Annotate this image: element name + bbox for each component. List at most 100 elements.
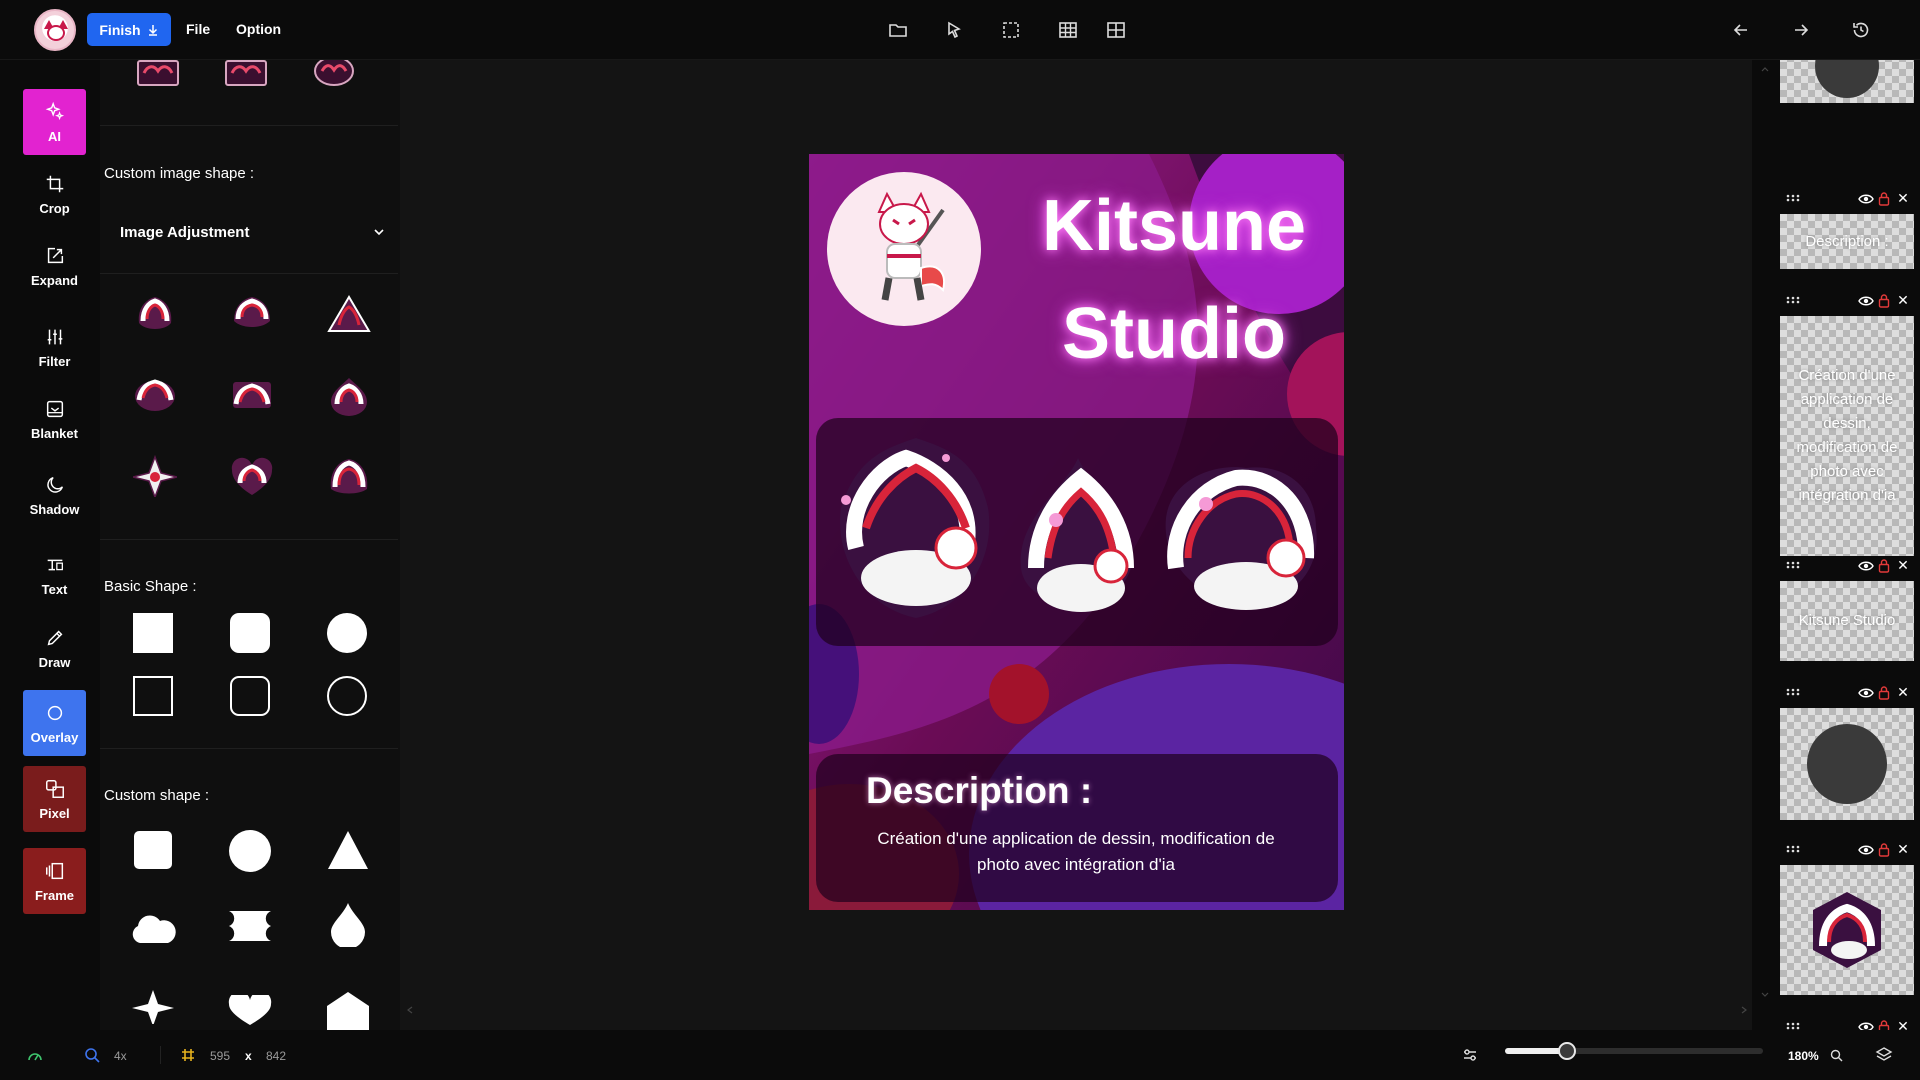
kitsune-image-shape-thumb[interactable]	[230, 293, 274, 335]
image-shape-thumb[interactable]	[312, 60, 356, 96]
basic-circle-filled[interactable]	[327, 613, 367, 653]
kitsune-image-shape-thumb[interactable]	[327, 374, 371, 416]
drag-handle-icon[interactable]	[1786, 295, 1800, 305]
drag-handle-icon[interactable]	[1786, 560, 1800, 570]
scroll-left-arrow-icon[interactable]	[406, 1006, 414, 1014]
visibility-eye-icon[interactable]	[1858, 686, 1874, 700]
layer-item[interactable]: ✕ Création d'une application de dessin, m…	[1780, 290, 1914, 556]
kitsune-avatar[interactable]	[827, 172, 981, 326]
custom-cloud-shape[interactable]	[130, 909, 176, 945]
basic-square-outline[interactable]	[133, 676, 173, 716]
kitsune-image-shape-thumb[interactable]	[327, 293, 371, 335]
custom-drop-shape[interactable]	[329, 901, 367, 947]
zoom-magnifier-icon[interactable]	[84, 1047, 100, 1063]
image-shape-thumb[interactable]	[224, 60, 268, 96]
drag-handle-icon[interactable]	[1786, 844, 1800, 854]
visibility-eye-icon[interactable]	[1858, 192, 1874, 206]
image-adjustment-dropdown[interactable]: Image Adjustment	[120, 218, 385, 246]
layer-item[interactable]: ✕ Description :	[1780, 188, 1914, 269]
tool-text[interactable]: Text	[23, 542, 86, 608]
zoom-slider[interactable]	[1505, 1042, 1763, 1060]
kitsune-image-shape-thumb[interactable]	[230, 374, 274, 416]
remove-layer-icon[interactable]: ✕	[1896, 558, 1910, 573]
layers-scroll-down-icon[interactable]	[1761, 992, 1769, 998]
image-shape-thumb[interactable]	[136, 60, 180, 96]
layer-thumbnail[interactable]: Création d'une application de dessin, mo…	[1780, 316, 1914, 556]
remove-layer-icon[interactable]: ✕	[1896, 685, 1910, 700]
layers-stack-icon[interactable]	[1875, 1046, 1893, 1064]
basic-rounded-square-filled[interactable]	[230, 613, 270, 653]
adjust-sliders-icon[interactable]	[1462, 1048, 1478, 1062]
design-poster[interactable]: Kitsune Studio Description: Création d'…	[809, 154, 1344, 910]
grid-table-icon[interactable]	[1056, 18, 1080, 42]
layer-thumbnail[interactable]	[1780, 60, 1914, 103]
kitsune-image-shape-thumb[interactable]	[327, 455, 371, 497]
lock-icon[interactable]	[1878, 685, 1890, 700]
layer-item[interactable]: ✕	[1780, 1016, 1914, 1030]
finish-button[interactable]: Finish	[87, 13, 171, 46]
visibility-eye-icon[interactable]	[1858, 559, 1874, 573]
tool-overlay[interactable]: Overlay	[23, 690, 86, 756]
layer-item[interactable]: ✕ Kitsune Studio	[1780, 555, 1914, 661]
tool-ai[interactable]: AI	[23, 89, 86, 155]
canvas-size-hash-icon[interactable]	[180, 1047, 196, 1063]
remove-layer-icon[interactable]: ✕	[1896, 1019, 1910, 1031]
layer-item[interactable]: ✕	[1780, 839, 1914, 995]
undo-arrow-icon[interactable]	[1729, 18, 1753, 42]
custom-circle-shape[interactable]	[228, 829, 272, 873]
kitsune-image-shape-thumb[interactable]	[133, 455, 177, 497]
layer-item[interactable]	[1780, 60, 1914, 103]
layer-thumbnail[interactable]	[1780, 865, 1914, 995]
menu-file[interactable]: File	[186, 21, 210, 37]
performance-gauge-icon[interactable]	[27, 1048, 43, 1062]
custom-heart-shape[interactable]	[227, 995, 273, 1027]
menu-option[interactable]: Option	[236, 21, 281, 37]
visibility-eye-icon[interactable]	[1858, 1020, 1874, 1030]
tool-frame[interactable]: Frame	[23, 848, 86, 914]
remove-layer-icon[interactable]: ✕	[1896, 842, 1910, 857]
select-cursor-icon[interactable]	[942, 18, 966, 42]
lock-icon[interactable]	[1878, 558, 1890, 573]
custom-pentagon-shape[interactable]	[325, 990, 371, 1030]
foxes-panel[interactable]	[816, 418, 1338, 646]
kitsune-image-shape-thumb[interactable]	[133, 374, 177, 416]
grid-layout-icon[interactable]	[1104, 18, 1128, 42]
tool-filter[interactable]: Filter	[23, 314, 86, 380]
kitsune-image-shape-thumb[interactable]	[230, 455, 274, 497]
scroll-right-arrow-icon[interactable]	[1740, 1006, 1748, 1014]
custom-star-shape[interactable]	[130, 990, 176, 1024]
lock-icon[interactable]	[1878, 842, 1890, 857]
basic-square-filled[interactable]	[133, 613, 173, 653]
lock-icon[interactable]	[1878, 1019, 1890, 1030]
custom-rounded-square-shape[interactable]	[132, 829, 174, 871]
tool-draw[interactable]: Draw	[23, 615, 86, 681]
tool-crop[interactable]: Crop	[23, 161, 86, 227]
folder-icon[interactable]	[886, 18, 910, 42]
drag-handle-icon[interactable]	[1786, 193, 1800, 203]
custom-triangle-shape[interactable]	[326, 829, 370, 871]
custom-ticket-shape[interactable]	[227, 909, 273, 943]
description-panel[interactable]: Description : Création d'une application…	[816, 754, 1338, 902]
basic-circle-outline[interactable]	[327, 676, 367, 716]
marquee-select-icon[interactable]	[999, 18, 1023, 42]
visibility-eye-icon[interactable]	[1858, 294, 1874, 308]
visibility-eye-icon[interactable]	[1858, 843, 1874, 857]
poster-title[interactable]: Kitsune Studio	[1009, 172, 1339, 388]
tool-blanket[interactable]: Blanket	[23, 386, 86, 452]
zoom-slider-knob[interactable]	[1557, 1042, 1576, 1060]
remove-layer-icon[interactable]: ✕	[1896, 191, 1910, 206]
kitsune-image-shape-thumb[interactable]	[133, 293, 177, 335]
tool-shadow[interactable]: Shadow	[23, 462, 86, 528]
drag-handle-icon[interactable]	[1786, 1021, 1800, 1030]
layer-thumbnail[interactable]: Kitsune Studio	[1780, 581, 1914, 661]
tool-expand[interactable]: Expand	[23, 233, 86, 299]
tool-pixel[interactable]: Pixel	[23, 766, 86, 832]
zoom-search-icon[interactable]	[1830, 1049, 1843, 1062]
layer-thumbnail[interactable]	[1780, 708, 1914, 820]
redo-arrow-icon[interactable]	[1789, 18, 1813, 42]
layer-item[interactable]: ✕	[1780, 682, 1914, 820]
drag-handle-icon[interactable]	[1786, 687, 1800, 697]
history-icon[interactable]	[1849, 18, 1873, 42]
app-logo[interactable]	[34, 9, 76, 51]
remove-layer-icon[interactable]: ✕	[1896, 293, 1910, 308]
